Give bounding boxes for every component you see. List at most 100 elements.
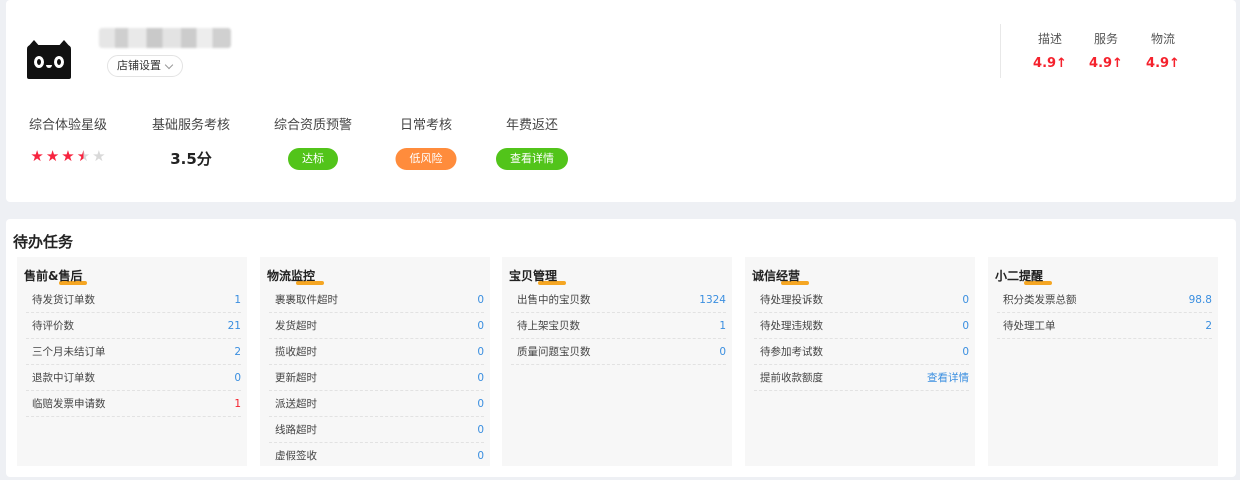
metric-label: 年费返还 (505, 118, 558, 133)
rating-value: 4.9↑ (1089, 56, 1123, 71)
task-count[interactable]: 0 (477, 287, 484, 313)
task-row[interactable]: 裹裹取件超时 0 (269, 287, 484, 313)
section-title: 待办任务 (13, 233, 74, 251)
tmall-cat-icon (27, 40, 71, 79)
task-count[interactable]: 0 (234, 365, 241, 391)
panel-integrity: 诚信经营待处理投诉数 0 待处理违规数 0 待参加考试数 0 提前收款额度 查看详情 (745, 257, 975, 466)
shop-settings-button[interactable]: 店铺设置 (107, 55, 183, 77)
shop-logo[interactable] (25, 40, 73, 83)
task-row[interactable]: 发货超时 0 (269, 313, 484, 339)
task-label: 待处理投诉数 (760, 294, 823, 306)
metric-annual-fee-refund: 年费返还 查看详情 (496, 114, 568, 170)
star-rating: ★ ★ ★ ★ ★ (30, 148, 105, 164)
task-label: 裹裹取件超时 (275, 294, 338, 306)
task-count[interactable]: 1324 (699, 287, 726, 313)
shop-card: 店铺设置 综合体验星级 ★ ★ ★ ★ ★ 基础服务考核 3.5分 综合资质预警 达标 … (6, 0, 1236, 202)
task-label: 待参加考试数 (760, 346, 823, 358)
task-row[interactable]: 质量问题宝贝数 0 (511, 339, 726, 365)
task-count[interactable]: 1 (719, 313, 726, 339)
pending-tasks-card: 待办任务 售前&售后 待发货订单数 1 待评价数 21 三个月未结订单 2 退款中订单数 0 临赔… (6, 219, 1236, 477)
task-count[interactable]: 0 (477, 417, 484, 443)
panel-logistics-monitor: 物流监控 裹裹取件超时 0 发货超时 0 揽收超时 0 更新超时 0 派送超时 0 线路超时 0 虚假签收… (260, 257, 490, 466)
task-row[interactable]: 线路超时 0 (269, 417, 484, 443)
task-row[interactable]: 待上架宝贝数 1 (511, 313, 726, 339)
task-row[interactable]: 三个月未结订单 2 (26, 339, 241, 365)
metric-basic-service: 基础服务考核 3.5分 (148, 114, 234, 168)
task-label: 质量问题宝贝数 (517, 346, 591, 358)
task-row[interactable]: 揽收超时 0 (269, 339, 484, 365)
metric-label: 综合资质预警 (273, 118, 352, 133)
task-count[interactable]: 21 (228, 313, 241, 339)
task-row[interactable]: 待参加考试数 0 (754, 339, 969, 365)
task-count[interactable]: 0 (962, 287, 969, 313)
task-row[interactable]: 临赔发票申请数 1 (26, 391, 241, 417)
panel-title: 小二提醒 (995, 269, 1052, 285)
rating-service: 服务 4.9↑ (1082, 30, 1130, 71)
star-icon: ★ (76, 147, 91, 165)
metric-label: 日常考核 (399, 118, 452, 133)
task-label: 出售中的宝贝数 (517, 294, 591, 306)
panel-presale-aftersale: 售前&售后 待发货订单数 1 待评价数 21 三个月未结订单 2 退款中订单数 0 临赔发票申请数… (17, 257, 247, 466)
rating-label: 物流 (1150, 32, 1175, 46)
task-row[interactable]: 虚假签收 0 (269, 443, 484, 466)
metric-label: 基础服务考核 (151, 118, 230, 133)
task-count[interactable]: 0 (477, 313, 484, 339)
task-label: 临赔发票申请数 (32, 398, 106, 410)
task-label: 派送超时 (275, 398, 317, 410)
view-details-link[interactable]: 查看详情 (927, 365, 969, 391)
task-count[interactable]: 0 (477, 391, 484, 417)
metric-experience-stars: 综合体验星级 ★ ★ ★ ★ ★ (25, 114, 111, 164)
status-badge-low-risk[interactable]: 低风险 (395, 148, 457, 170)
shop-settings-label: 店铺设置 (117, 59, 161, 72)
task-count[interactable]: 1 (234, 391, 241, 417)
panel-title: 诚信经营 (752, 269, 809, 285)
task-row[interactable]: 待处理工单 2 (997, 313, 1212, 339)
rating-value: 4.9↑ (1146, 56, 1180, 71)
task-label: 虚假签收 (275, 450, 317, 462)
task-row[interactable]: 待评价数 21 (26, 313, 241, 339)
task-count[interactable]: 0 (477, 339, 484, 365)
task-count[interactable]: 98.8 (1189, 287, 1212, 313)
chevron-down-icon (164, 60, 174, 69)
star-icon: ★ (30, 147, 44, 165)
task-label: 三个月未结订单 (32, 346, 106, 358)
task-row[interactable]: 待处理违规数 0 (754, 313, 969, 339)
task-row[interactable]: 更新超时 0 (269, 365, 484, 391)
task-label: 退款中订单数 (32, 372, 95, 384)
task-row[interactable]: 提前收款额度 查看详情 (754, 365, 969, 391)
panel-title: 售前&售后 (24, 269, 88, 285)
view-details-button[interactable]: 查看详情 (496, 148, 568, 170)
task-label: 待评价数 (32, 320, 74, 332)
task-row[interactable]: 退款中订单数 0 (26, 365, 241, 391)
task-count[interactable]: 1 (234, 287, 241, 313)
panel-staff-reminder: 小二提醒积分类发票总额 98.8 待处理工单 2 (988, 257, 1218, 466)
task-label: 积分类发票总额 (1003, 294, 1077, 306)
task-label: 提前收款额度 (760, 372, 823, 384)
task-label: 发货超时 (275, 320, 317, 332)
task-label: 揽收超时 (275, 346, 317, 358)
task-label: 待处理工单 (1003, 320, 1056, 332)
task-label: 待处理违规数 (760, 320, 823, 332)
task-row[interactable]: 派送超时 0 (269, 391, 484, 417)
task-row[interactable]: 积分类发票总额 98.8 (997, 287, 1212, 313)
task-count[interactable]: 0 (477, 365, 484, 391)
task-row[interactable]: 待发货订单数 1 (26, 287, 241, 313)
task-count[interactable]: 0 (477, 443, 484, 466)
task-count[interactable]: 2 (234, 339, 241, 365)
metric-qualification-warning: 综合资质预警 达标 (270, 114, 356, 170)
metric-score: 3.5分 (170, 150, 212, 168)
panel-item-management: 宝贝管理 出售中的宝贝数 1324 待上架宝贝数 1 质量问题宝贝数 0 (502, 257, 732, 466)
task-row[interactable]: 待处理投诉数 0 (754, 287, 969, 313)
star-icon: ★ (92, 147, 106, 165)
panel-title: 物流监控 (267, 269, 324, 285)
task-count[interactable]: 0 (719, 339, 726, 365)
star-icon: ★ (45, 147, 60, 165)
task-count[interactable]: 0 (962, 313, 969, 339)
rating-description: 描述 4.9↑ (1026, 30, 1074, 71)
task-row[interactable]: 出售中的宝贝数 1324 (511, 287, 726, 313)
metric-label: 综合体验星级 (28, 118, 107, 133)
task-count[interactable]: 2 (1205, 313, 1212, 339)
divider (1000, 24, 1001, 78)
task-count[interactable]: 0 (962, 339, 969, 365)
status-badge-qualified[interactable]: 达标 (288, 148, 338, 170)
